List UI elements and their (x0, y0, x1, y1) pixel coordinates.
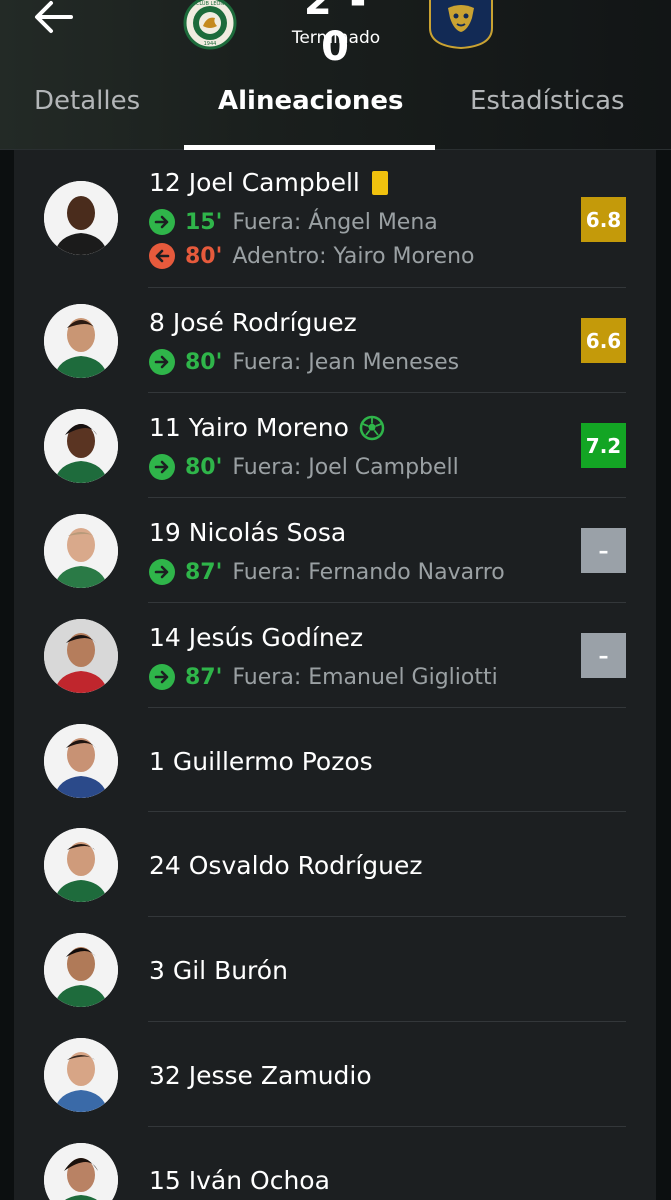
sub-minute: 80' (185, 243, 223, 269)
player-avatar (44, 933, 118, 1007)
home-team-crest[interactable]: 1944 CLUB LEÓN (183, 0, 237, 50)
player-name: 14 Jesús Godínez (149, 623, 364, 652)
substitution-in: 80' Adentro: Yairo Moreno (149, 243, 474, 269)
substitution-out: 87' Fuera: Fernando Navarro (149, 559, 505, 585)
home-crest-year: 1944 (204, 41, 217, 47)
lineup-list: 12 Joel Campbell 15' Fuera: Ángel Mena 8… (14, 150, 656, 1200)
sub-text: Fuera: Fernando Navarro (232, 559, 505, 585)
player-row[interactable]: 32 Jesse Zamudio (14, 1022, 656, 1127)
back-arrow-icon (35, 1, 73, 33)
player-name: 15 Iván Ochoa (149, 1166, 330, 1195)
match-score: 2 - 0 (303, 0, 369, 70)
player-row[interactable]: 1 Guillermo Pozos (14, 708, 656, 812)
sub-in-arrow-icon (149, 243, 175, 269)
home-crest-text: CLUB LEÓN (196, 0, 225, 7)
player-rating: 7.2 (581, 423, 626, 468)
player-row[interactable]: 19 Nicolás Sosa 87' Fuera: Fernando Nava… (14, 498, 656, 603)
substitution-out: 87' Fuera: Emanuel Gigliotti (149, 664, 498, 690)
player-avatar (44, 409, 118, 483)
sub-out-arrow-icon (149, 209, 175, 235)
sub-text: Fuera: Emanuel Gigliotti (232, 664, 498, 690)
player-name: 11 Yairo Moreno (149, 413, 385, 442)
sub-out-arrow-icon (149, 454, 175, 480)
player-rating: 6.6 (581, 318, 626, 363)
player-name: 12 Joel Campbell (149, 168, 388, 197)
player-row[interactable]: 3 Gil Burón (14, 917, 656, 1022)
player-name: 1 Guillermo Pozos (149, 747, 373, 776)
tab-detalles[interactable]: Detalles (34, 86, 140, 126)
sub-text: Adentro: Yairo Moreno (232, 243, 475, 269)
player-rating: – (581, 633, 626, 678)
player-avatar (44, 1038, 118, 1112)
player-rating: – (581, 528, 626, 573)
player-name: 24 Osvaldo Rodríguez (149, 851, 423, 880)
player-avatar (44, 619, 118, 693)
yellow-card-icon (371, 170, 388, 195)
player-row[interactable]: 11 Yairo Moreno 80' Fuera: Joel Campbell… (14, 393, 656, 498)
tab-estadisticas[interactable]: Estadísticas (470, 86, 625, 126)
match-header: 1944 CLUB LEÓN 2 - 0 Terminado Detalles … (0, 0, 671, 150)
player-avatar (44, 724, 118, 798)
player-row[interactable]: 14 Jesús Godínez 87' Fuera: Emanuel Gigl… (14, 603, 656, 708)
sub-minute: 15' (185, 209, 223, 235)
player-avatar (44, 1143, 118, 1200)
player-row[interactable]: 24 Osvaldo Rodríguez (14, 812, 656, 917)
sub-minute: 87' (185, 664, 223, 690)
player-name: 8 José Rodríguez (149, 308, 357, 337)
match-status: Terminado (291, 28, 381, 48)
sub-minute: 87' (185, 559, 223, 585)
substitution-out: 15' Fuera: Ángel Mena (149, 209, 438, 235)
player-row[interactable]: 8 José Rodríguez 80' Fuera: Jean Meneses… (14, 288, 656, 393)
sub-minute: 80' (185, 349, 223, 375)
sub-minute: 80' (185, 454, 223, 480)
player-row[interactable]: 12 Joel Campbell 15' Fuera: Ángel Mena 8… (14, 150, 656, 288)
sub-text: Fuera: Ángel Mena (232, 209, 438, 235)
player-rating: 6.8 (581, 197, 626, 242)
player-avatar (44, 304, 118, 378)
sub-text: Fuera: Joel Campbell (232, 454, 459, 480)
substitution-out: 80' Fuera: Joel Campbell (149, 454, 459, 480)
goal-ball-icon (359, 415, 385, 441)
sub-out-arrow-icon (149, 349, 175, 375)
tab-alineaciones[interactable]: Alineaciones (218, 86, 403, 126)
player-avatar (44, 514, 118, 588)
away-team-crest[interactable] (426, 0, 496, 50)
player-avatar (44, 828, 118, 902)
sub-out-arrow-icon (149, 559, 175, 585)
back-button[interactable] (28, 0, 78, 40)
sub-text: Fuera: Jean Meneses (232, 349, 460, 375)
player-name: 32 Jesse Zamudio (149, 1061, 372, 1090)
player-avatar (44, 181, 118, 255)
player-name: 19 Nicolás Sosa (149, 518, 347, 547)
player-row[interactable]: 15 Iván Ochoa (14, 1127, 656, 1200)
player-name: 3 Gil Burón (149, 956, 288, 985)
substitution-out: 80' Fuera: Jean Meneses (149, 349, 459, 375)
sub-out-arrow-icon (149, 664, 175, 690)
